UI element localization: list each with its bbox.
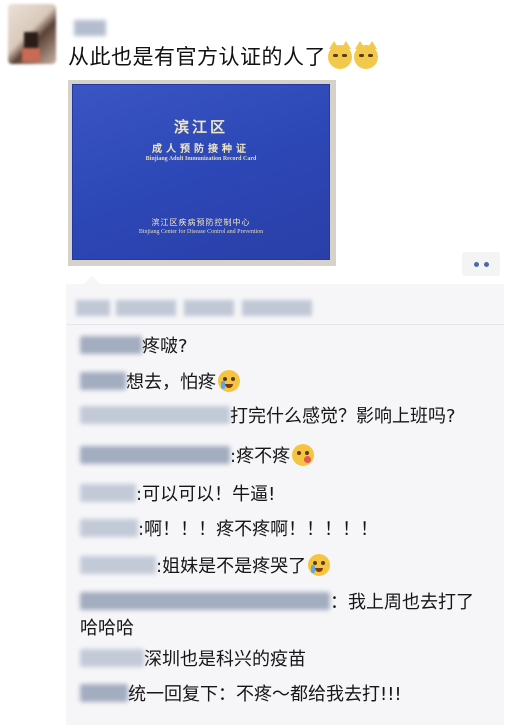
comment-text: 打完什么感觉？影响上班吗? xyxy=(230,406,456,427)
cat-face-icon xyxy=(354,41,378,69)
crying-face-icon xyxy=(308,554,331,576)
comment-row[interactable]: 深圳也是科兴的疫苗 xyxy=(80,647,306,673)
dizzy-face-icon xyxy=(292,444,315,466)
comment-row[interactable]: 疼啵? xyxy=(80,334,188,360)
comment-text: :啊！！！疼不疼啊！！！！！ xyxy=(138,519,379,540)
comment-text: 疼啵? xyxy=(142,336,188,357)
immunization-card: 滨江区 成人预防接种证 Binjiang Adult Immunization … xyxy=(72,84,330,260)
comment-row[interactable]: 想去，怕疼 xyxy=(80,370,240,396)
commenter-name-blurred[interactable] xyxy=(80,406,230,424)
commenter-name-blurred[interactable] xyxy=(80,649,144,667)
comment-text: ：我上周也去打了 xyxy=(330,592,474,613)
card-subtitle: 成人预防接种证 xyxy=(152,144,250,155)
comment-text: 统一回复下：不疼～都给我去打!!! xyxy=(128,684,402,705)
commenter-name-blurred[interactable] xyxy=(80,519,138,537)
poster-name-blurred[interactable] xyxy=(74,20,106,36)
divider xyxy=(66,324,504,325)
post-text: 从此也是有官方认证的人了 xyxy=(68,41,378,72)
comment-row[interactable]: ：我上周也去打了 xyxy=(80,590,474,616)
commenter-name-blurred[interactable] xyxy=(80,336,142,354)
crying-face-icon xyxy=(218,370,240,392)
comment-row[interactable]: :啊！！！疼不疼啊！！！！！ xyxy=(80,517,378,543)
comment-continuation: 哈哈哈 xyxy=(80,616,134,642)
likes-row-blurred[interactable] xyxy=(76,298,346,320)
commenter-name-blurred[interactable] xyxy=(80,484,136,502)
comment-text: :疼不疼 xyxy=(230,446,291,467)
commenter-name-blurred[interactable] xyxy=(80,372,126,390)
comment-row[interactable]: :姐妹是不是疼哭了 xyxy=(80,554,331,580)
card-subtitle-en: Binjiang Adult Immunization Record Card xyxy=(145,156,257,162)
post-photo[interactable]: 滨江区 成人预防接种证 Binjiang Adult Immunization … xyxy=(68,80,336,266)
comment-text: :姐妹是不是疼哭了 xyxy=(156,556,307,577)
comment-row[interactable]: :可以可以！牛逼! xyxy=(80,482,275,508)
cat-face-icon xyxy=(328,41,352,69)
commenter-name-blurred[interactable] xyxy=(80,592,330,610)
dot-icon xyxy=(483,261,489,267)
comment-text: 想去，怕疼 xyxy=(126,372,216,393)
comment-row[interactable]: :疼不疼 xyxy=(80,444,315,470)
card-title: 滨江区 xyxy=(173,118,228,136)
comments-panel: 疼啵? 想去，怕疼 打完什么感觉？影响上班吗? :疼不疼 :可以可以！牛逼! :… xyxy=(66,276,504,725)
more-actions-button[interactable] xyxy=(462,252,500,276)
comment-text: 深圳也是科兴的疫苗 xyxy=(144,649,306,670)
card-issuer-en: Binjiang Center for Disease Control and … xyxy=(138,229,264,235)
commenter-name-blurred[interactable] xyxy=(80,684,128,702)
comment-row[interactable]: 统一回复下：不疼～都给我去打!!! xyxy=(80,682,402,708)
caret-icon xyxy=(84,276,100,284)
card-issuer: 滨江区疾病预防控制中心 xyxy=(151,218,251,227)
commenter-name-blurred[interactable] xyxy=(80,556,156,574)
post-text-content: 从此也是有官方认证的人了 xyxy=(68,45,326,69)
commenter-name-blurred[interactable] xyxy=(80,446,230,464)
comment-row[interactable]: 打完什么感觉？影响上班吗? xyxy=(80,404,456,430)
avatar[interactable] xyxy=(8,4,56,64)
comment-text: 哈哈哈 xyxy=(80,618,134,639)
comment-text: :可以可以！牛逼! xyxy=(136,484,276,505)
dot-icon xyxy=(473,261,479,267)
